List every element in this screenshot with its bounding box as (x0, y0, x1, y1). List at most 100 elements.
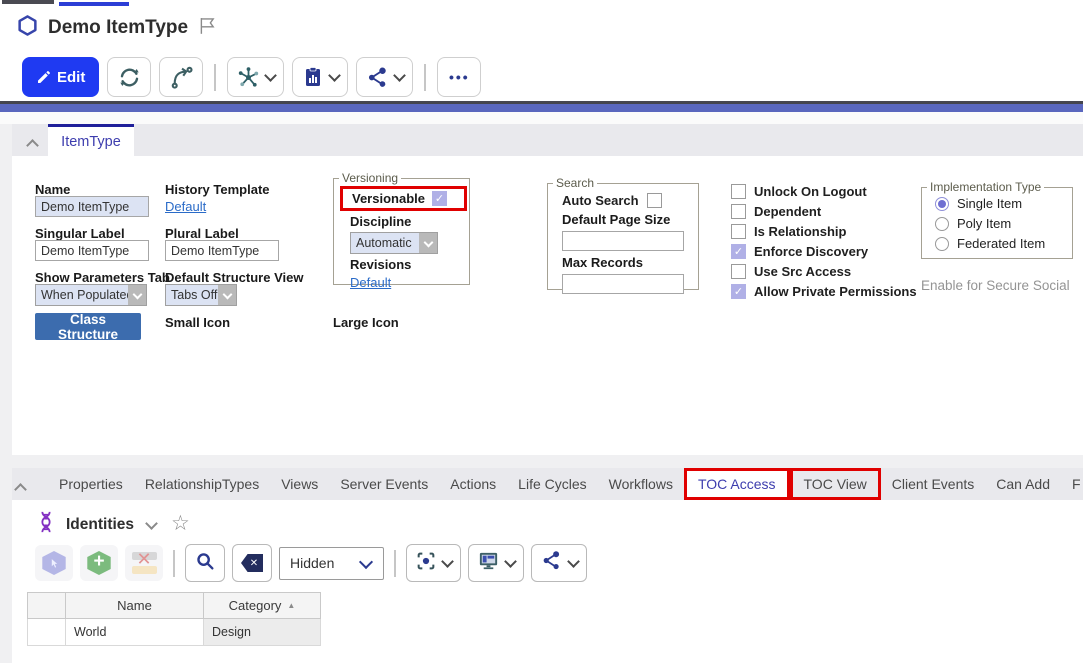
dependent-checkbox[interactable] (731, 204, 746, 219)
flag-row: Dependent (731, 204, 917, 219)
share-icon (540, 549, 563, 577)
delete-row-icon (131, 552, 158, 574)
collapse-relationships-button[interactable] (16, 481, 25, 499)
dropdown-arrow-button[interactable] (419, 233, 437, 253)
show-parameters-tab-label: Show Parameters Tab (35, 270, 170, 285)
is-relationship-checkbox[interactable] (731, 224, 746, 239)
favorite-star-icon[interactable] (171, 514, 190, 535)
clear-search-button[interactable] (232, 544, 272, 582)
select-items-button[interactable] (35, 545, 73, 581)
share-menu-button[interactable] (356, 57, 413, 97)
collapse-form-button[interactable] (28, 137, 37, 155)
tab-clipped[interactable]: F (1061, 468, 1083, 500)
delete-row-button[interactable] (125, 545, 163, 581)
default-page-size-field[interactable] (562, 231, 684, 251)
sort-asc-icon (281, 598, 295, 613)
chevron-down-icon[interactable] (145, 517, 158, 530)
use-src-access-checkbox[interactable] (731, 264, 746, 279)
focus-menu-button[interactable] (406, 544, 461, 582)
tab-label: Can Add (996, 476, 1050, 492)
add-row-button[interactable] (80, 545, 118, 581)
tab-client-events[interactable]: Client Events (881, 468, 985, 500)
search-button[interactable] (185, 544, 225, 582)
revisions-link[interactable]: Default (350, 275, 467, 290)
tab-actions[interactable]: Actions (439, 468, 507, 500)
display-menu-button[interactable] (468, 544, 524, 582)
poly-item-radio[interactable] (935, 217, 949, 231)
backspace-icon (241, 554, 263, 572)
chevron-down-icon (504, 555, 517, 568)
history-template-link[interactable]: Default (165, 199, 206, 214)
column-header-select[interactable] (28, 593, 66, 619)
search-legend: Search (553, 176, 597, 190)
discipline-label: Discipline (350, 214, 467, 229)
dropdown-arrow-button[interactable] (218, 285, 236, 305)
tab-views[interactable]: Views (270, 468, 329, 500)
edit-button[interactable]: Edit (22, 57, 99, 97)
itemtype-logo-icon (16, 14, 39, 42)
reports-menu-button[interactable] (292, 57, 348, 97)
use-src-access-label: Use Src Access (754, 264, 851, 279)
tab-toc-view[interactable]: TOC View (790, 468, 881, 500)
tab-can-add[interactable]: Can Add (985, 468, 1061, 500)
hidden-filter-select[interactable]: Hidden (279, 547, 384, 580)
more-actions-button[interactable] (437, 57, 481, 97)
plural-label-field[interactable] (165, 240, 279, 261)
refresh-button[interactable] (107, 57, 151, 97)
form-tabstrip: ItemType (12, 124, 1083, 156)
tab-label: Server Events (340, 476, 428, 492)
show-parameters-tab-select[interactable]: When Populated (35, 284, 147, 306)
name-field[interactable] (35, 196, 149, 217)
implementation-type-legend: Implementation Type (927, 180, 1044, 194)
flag-row: Enforce Discovery (731, 244, 917, 259)
main-toolbar: Edit (22, 57, 481, 97)
structure-menu-button[interactable] (227, 57, 284, 97)
dropdown-arrow-button[interactable] (128, 285, 146, 305)
tab-workflows[interactable]: Workflows (598, 468, 684, 500)
table-header-row: Name Category (28, 593, 321, 619)
single-item-label: Single Item (957, 196, 1022, 211)
column-header-category[interactable]: Category (204, 593, 321, 619)
row-category-cell[interactable]: Design (204, 619, 321, 646)
singular-label-field[interactable] (35, 240, 149, 261)
name-label: Name (35, 182, 70, 197)
max-records-field[interactable] (562, 274, 684, 294)
share-grid-menu-button[interactable] (531, 544, 587, 582)
versionable-checkbox[interactable] (432, 191, 447, 206)
single-item-radio[interactable] (935, 197, 949, 211)
default-structure-view-select[interactable]: Tabs Off (165, 284, 237, 306)
auto-search-row: Auto Search (562, 193, 684, 208)
chevron-up-icon (14, 483, 27, 496)
column-header-name[interactable]: Name (66, 593, 204, 619)
table-row[interactable]: World Design (28, 619, 321, 646)
chevron-down-icon (567, 555, 580, 568)
tab-toc-access[interactable]: TOC Access (684, 468, 790, 500)
tab-server-events[interactable]: Server Events (329, 468, 439, 500)
top-header: Demo ItemType Edit (0, 0, 1083, 101)
relationship-tabstrip: Properties RelationshipTypes Views Serve… (12, 468, 1083, 500)
auto-search-checkbox[interactable] (647, 193, 662, 208)
promote-button[interactable] (159, 57, 203, 97)
row-name-cell[interactable]: World (66, 619, 204, 646)
active-tab-indicator[interactable] (59, 2, 129, 6)
large-icon-label: Large Icon (333, 315, 399, 330)
tab-label: F (1072, 476, 1081, 492)
allow-private-permissions-checkbox[interactable] (731, 284, 746, 299)
tab-label: Life Cycles (518, 476, 586, 492)
class-structure-button[interactable]: Class Structure (35, 313, 141, 340)
select-hexagon-icon (41, 551, 67, 575)
monitor-layout-icon (477, 549, 500, 577)
tab-life-cycles[interactable]: Life Cycles (507, 468, 597, 500)
federated-item-radio[interactable] (935, 237, 949, 251)
chevron-down-icon (264, 69, 277, 82)
tab-properties[interactable]: Properties (48, 468, 134, 500)
unlock-on-logout-checkbox[interactable] (731, 184, 746, 199)
tab-itemtype[interactable]: ItemType (48, 124, 134, 156)
federated-item-label: Federated Item (957, 236, 1045, 251)
flag-icon[interactable] (197, 15, 218, 41)
enforce-discovery-checkbox[interactable] (731, 244, 746, 259)
row-select-cell[interactable] (28, 619, 66, 646)
window-tab-indicator[interactable] (2, 0, 54, 4)
discipline-select[interactable]: Automatic (350, 232, 438, 254)
tab-relationshiptypes[interactable]: RelationshipTypes (134, 468, 270, 500)
